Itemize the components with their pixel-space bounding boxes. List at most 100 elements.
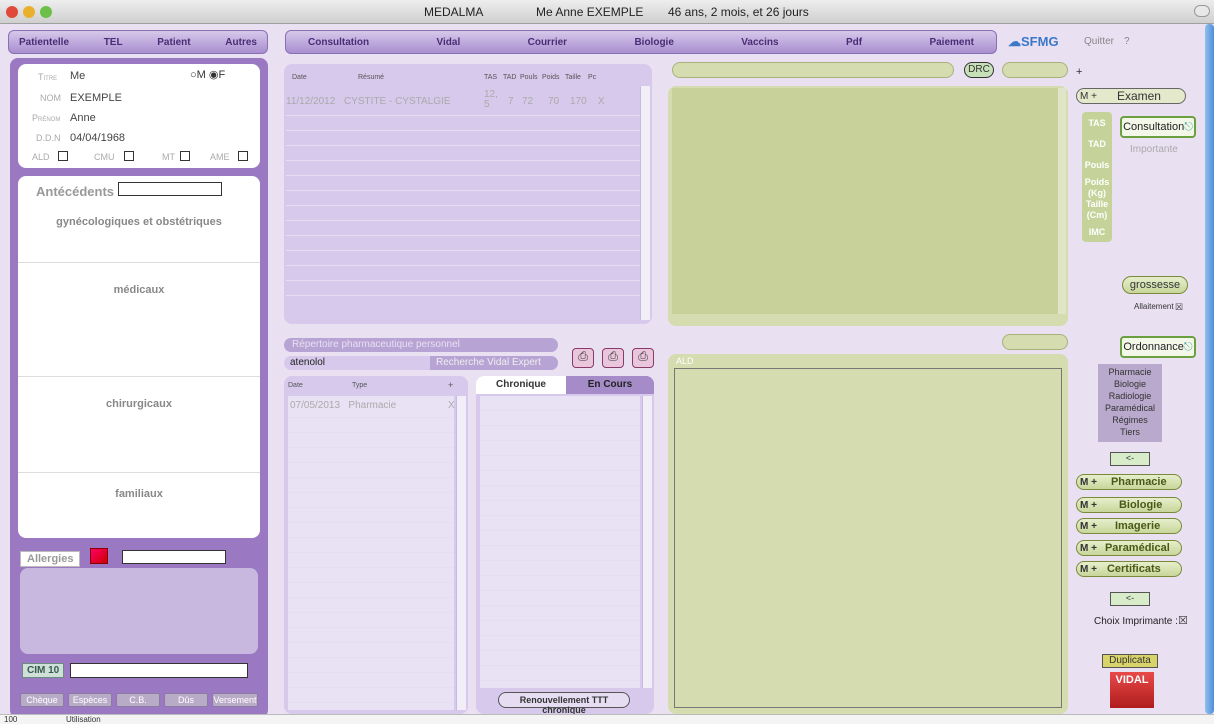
renouvellement-button[interactable]: Renouvellement TTT chronique bbox=[498, 692, 630, 715]
table-row[interactable]: 07/05/2013 Pharmacie X bbox=[290, 400, 460, 411]
print-icon[interactable]: ⎙ bbox=[572, 348, 594, 368]
tab-paiement[interactable]: Paiement bbox=[929, 37, 973, 48]
certificats-presc-button[interactable]: M + Certificats bbox=[1076, 561, 1182, 577]
vital-tad: TAD bbox=[1088, 139, 1106, 149]
m-plus-toggle[interactable]: M + bbox=[1077, 543, 1097, 554]
zoom-level[interactable]: 100 bbox=[4, 715, 17, 724]
allergy-alert-icon[interactable] bbox=[90, 548, 108, 564]
observation-text[interactable] bbox=[672, 88, 1058, 314]
tab-chronique[interactable]: Chronique bbox=[476, 376, 566, 394]
ord-type-pharmacie[interactable]: Pharmacie bbox=[1098, 366, 1162, 378]
ord-type-radiologie[interactable]: Radiologie bbox=[1098, 390, 1162, 402]
print-duplicate-icon[interactable]: ⎙ bbox=[602, 348, 624, 368]
back-arrow-button[interactable]: <- bbox=[1110, 592, 1150, 606]
dus-button[interactable]: Dûs bbox=[164, 693, 208, 707]
ordonnances-rows bbox=[288, 396, 454, 710]
mode-label[interactable]: Utilisation bbox=[66, 715, 101, 724]
cb-button[interactable]: C.B. bbox=[116, 693, 160, 707]
duplicata-button[interactable]: Duplicata bbox=[1102, 654, 1158, 668]
cmu-checkbox[interactable] bbox=[124, 151, 134, 161]
ord-type-paramedical[interactable]: Paramédical bbox=[1098, 402, 1162, 414]
tab-pdf[interactable]: Pdf bbox=[846, 37, 862, 48]
add-ordonnance-button[interactable]: + bbox=[448, 380, 453, 390]
traitements-scrollbar[interactable] bbox=[642, 396, 652, 688]
m-plus-toggle[interactable]: M + bbox=[1077, 91, 1097, 102]
versement-button[interactable]: Versement bbox=[212, 693, 258, 707]
ald-text[interactable] bbox=[674, 368, 1062, 708]
pharma-repertoire-field[interactable]: Répertoire pharmaceutique personnel bbox=[284, 338, 558, 352]
paramedical-label: Paramédical bbox=[1104, 542, 1170, 554]
ordonnances-scrollbar[interactable] bbox=[456, 396, 466, 710]
drc-input[interactable] bbox=[1002, 62, 1068, 78]
mt-checkbox[interactable] bbox=[180, 151, 190, 161]
quitter-link[interactable]: Quitter bbox=[1084, 36, 1114, 47]
ald-checkbox[interactable] bbox=[58, 151, 68, 161]
allaitement-checkbox[interactable]: ☒ bbox=[1175, 302, 1183, 313]
nav-autres[interactable]: Autres bbox=[225, 37, 257, 48]
nav-tel[interactable]: TEL bbox=[104, 37, 123, 48]
especes-button[interactable]: Espèces bbox=[68, 693, 112, 707]
tab-vidal[interactable]: Vidal bbox=[437, 37, 461, 48]
titre-value[interactable]: Me bbox=[70, 70, 85, 82]
consultation-importante-button[interactable]: Consultation ⎋ bbox=[1120, 116, 1196, 138]
grossesse-button[interactable]: grossesse bbox=[1122, 276, 1188, 294]
ord-type-regimes[interactable]: Régimes bbox=[1098, 414, 1162, 426]
tab-consultation[interactable]: Consultation bbox=[308, 37, 369, 48]
sex-f-radio[interactable]: ◉ bbox=[209, 69, 219, 81]
vidal-logo[interactable]: VIDAL bbox=[1110, 672, 1154, 708]
nom-value[interactable]: EXEMPLE bbox=[70, 92, 122, 104]
allergies-input[interactable] bbox=[122, 550, 226, 564]
ald-input[interactable] bbox=[1002, 334, 1068, 350]
consultations-scrollbar[interactable] bbox=[640, 86, 650, 320]
pharmacie-presc-button[interactable]: M + Pharmacie bbox=[1076, 474, 1182, 490]
motif-input[interactable] bbox=[672, 62, 954, 78]
ame-checkbox[interactable] bbox=[238, 151, 248, 161]
imagerie-presc-button[interactable]: M + Imagerie bbox=[1076, 518, 1182, 534]
close-window-button[interactable] bbox=[6, 6, 18, 18]
vitals-column: TAS TAD Pouls Poids (Kg) Taille (Cm) IMC bbox=[1082, 112, 1112, 242]
observation-area[interactable] bbox=[668, 86, 1068, 326]
paramedical-presc-button[interactable]: M + Paramédical bbox=[1076, 540, 1182, 556]
ord-type-tiers[interactable]: Tiers bbox=[1098, 426, 1162, 438]
ord-type-biologie[interactable]: Biologie bbox=[1098, 378, 1162, 390]
pharma-search-input[interactable]: atenolol bbox=[290, 357, 325, 368]
cim10-input[interactable] bbox=[70, 663, 248, 678]
tab-en-cours[interactable]: En Cours bbox=[566, 376, 654, 394]
table-row[interactable]: 11/12/2012 CYSTITE - CYSTALGIE 12,5 7 72… bbox=[286, 90, 632, 118]
window-scrollbar[interactable] bbox=[1205, 24, 1214, 714]
tab-vaccins[interactable]: Vaccins bbox=[741, 37, 778, 48]
biologie-presc-button[interactable]: M + Biologie bbox=[1076, 497, 1182, 513]
vidal-expert-search[interactable]: Recherche Vidal Expert bbox=[430, 356, 558, 370]
sfmg-logo[interactable]: ☁SFMG bbox=[1008, 34, 1059, 50]
observation-scrollbar[interactable] bbox=[1058, 88, 1066, 314]
antecedents-input[interactable] bbox=[118, 182, 222, 196]
antecedents-fam-label: familiaux bbox=[115, 488, 163, 500]
zoom-window-button[interactable] bbox=[40, 6, 52, 18]
minimize-window-button[interactable] bbox=[23, 6, 35, 18]
add-button[interactable]: + bbox=[1076, 66, 1082, 78]
help-link[interactable]: ? bbox=[1124, 36, 1130, 47]
cheque-button[interactable]: Chèque bbox=[20, 693, 64, 707]
drc-button[interactable]: DRC bbox=[964, 62, 994, 78]
nav-patient[interactable]: Patient bbox=[157, 37, 190, 48]
m-plus-toggle[interactable]: M + bbox=[1077, 477, 1097, 488]
sex-m-radio[interactable]: ○ bbox=[190, 69, 197, 81]
m-plus-toggle[interactable]: M + bbox=[1077, 564, 1097, 575]
m-plus-toggle[interactable]: M + bbox=[1077, 521, 1097, 532]
examen-button[interactable]: M + Examen bbox=[1076, 88, 1186, 104]
window-title-patient: Me Anne EXEMPLE bbox=[536, 5, 644, 19]
toolbar-toggle-button[interactable] bbox=[1194, 5, 1210, 17]
back-arrow-button[interactable]: <- bbox=[1110, 452, 1150, 466]
print-ald-icon[interactable]: ⎙ bbox=[632, 348, 654, 368]
prenom-value[interactable]: Anne bbox=[70, 112, 96, 124]
allergies-list[interactable] bbox=[20, 568, 258, 654]
tab-courrier[interactable]: Courrier bbox=[528, 37, 567, 48]
ord-row-delete[interactable]: X bbox=[448, 400, 455, 411]
tab-biologie[interactable]: Biologie bbox=[634, 37, 673, 48]
consultations-rows bbox=[286, 86, 640, 320]
choix-imprimante-checkbox[interactable]: ☒ bbox=[1178, 614, 1188, 627]
m-plus-toggle[interactable]: M + bbox=[1077, 500, 1097, 511]
ordonnance-button[interactable]: Ordonnance ⎋ bbox=[1120, 336, 1196, 358]
ddn-value[interactable]: 04/04/1968 bbox=[70, 132, 125, 144]
nav-patientelle[interactable]: Patientelle bbox=[19, 37, 69, 48]
